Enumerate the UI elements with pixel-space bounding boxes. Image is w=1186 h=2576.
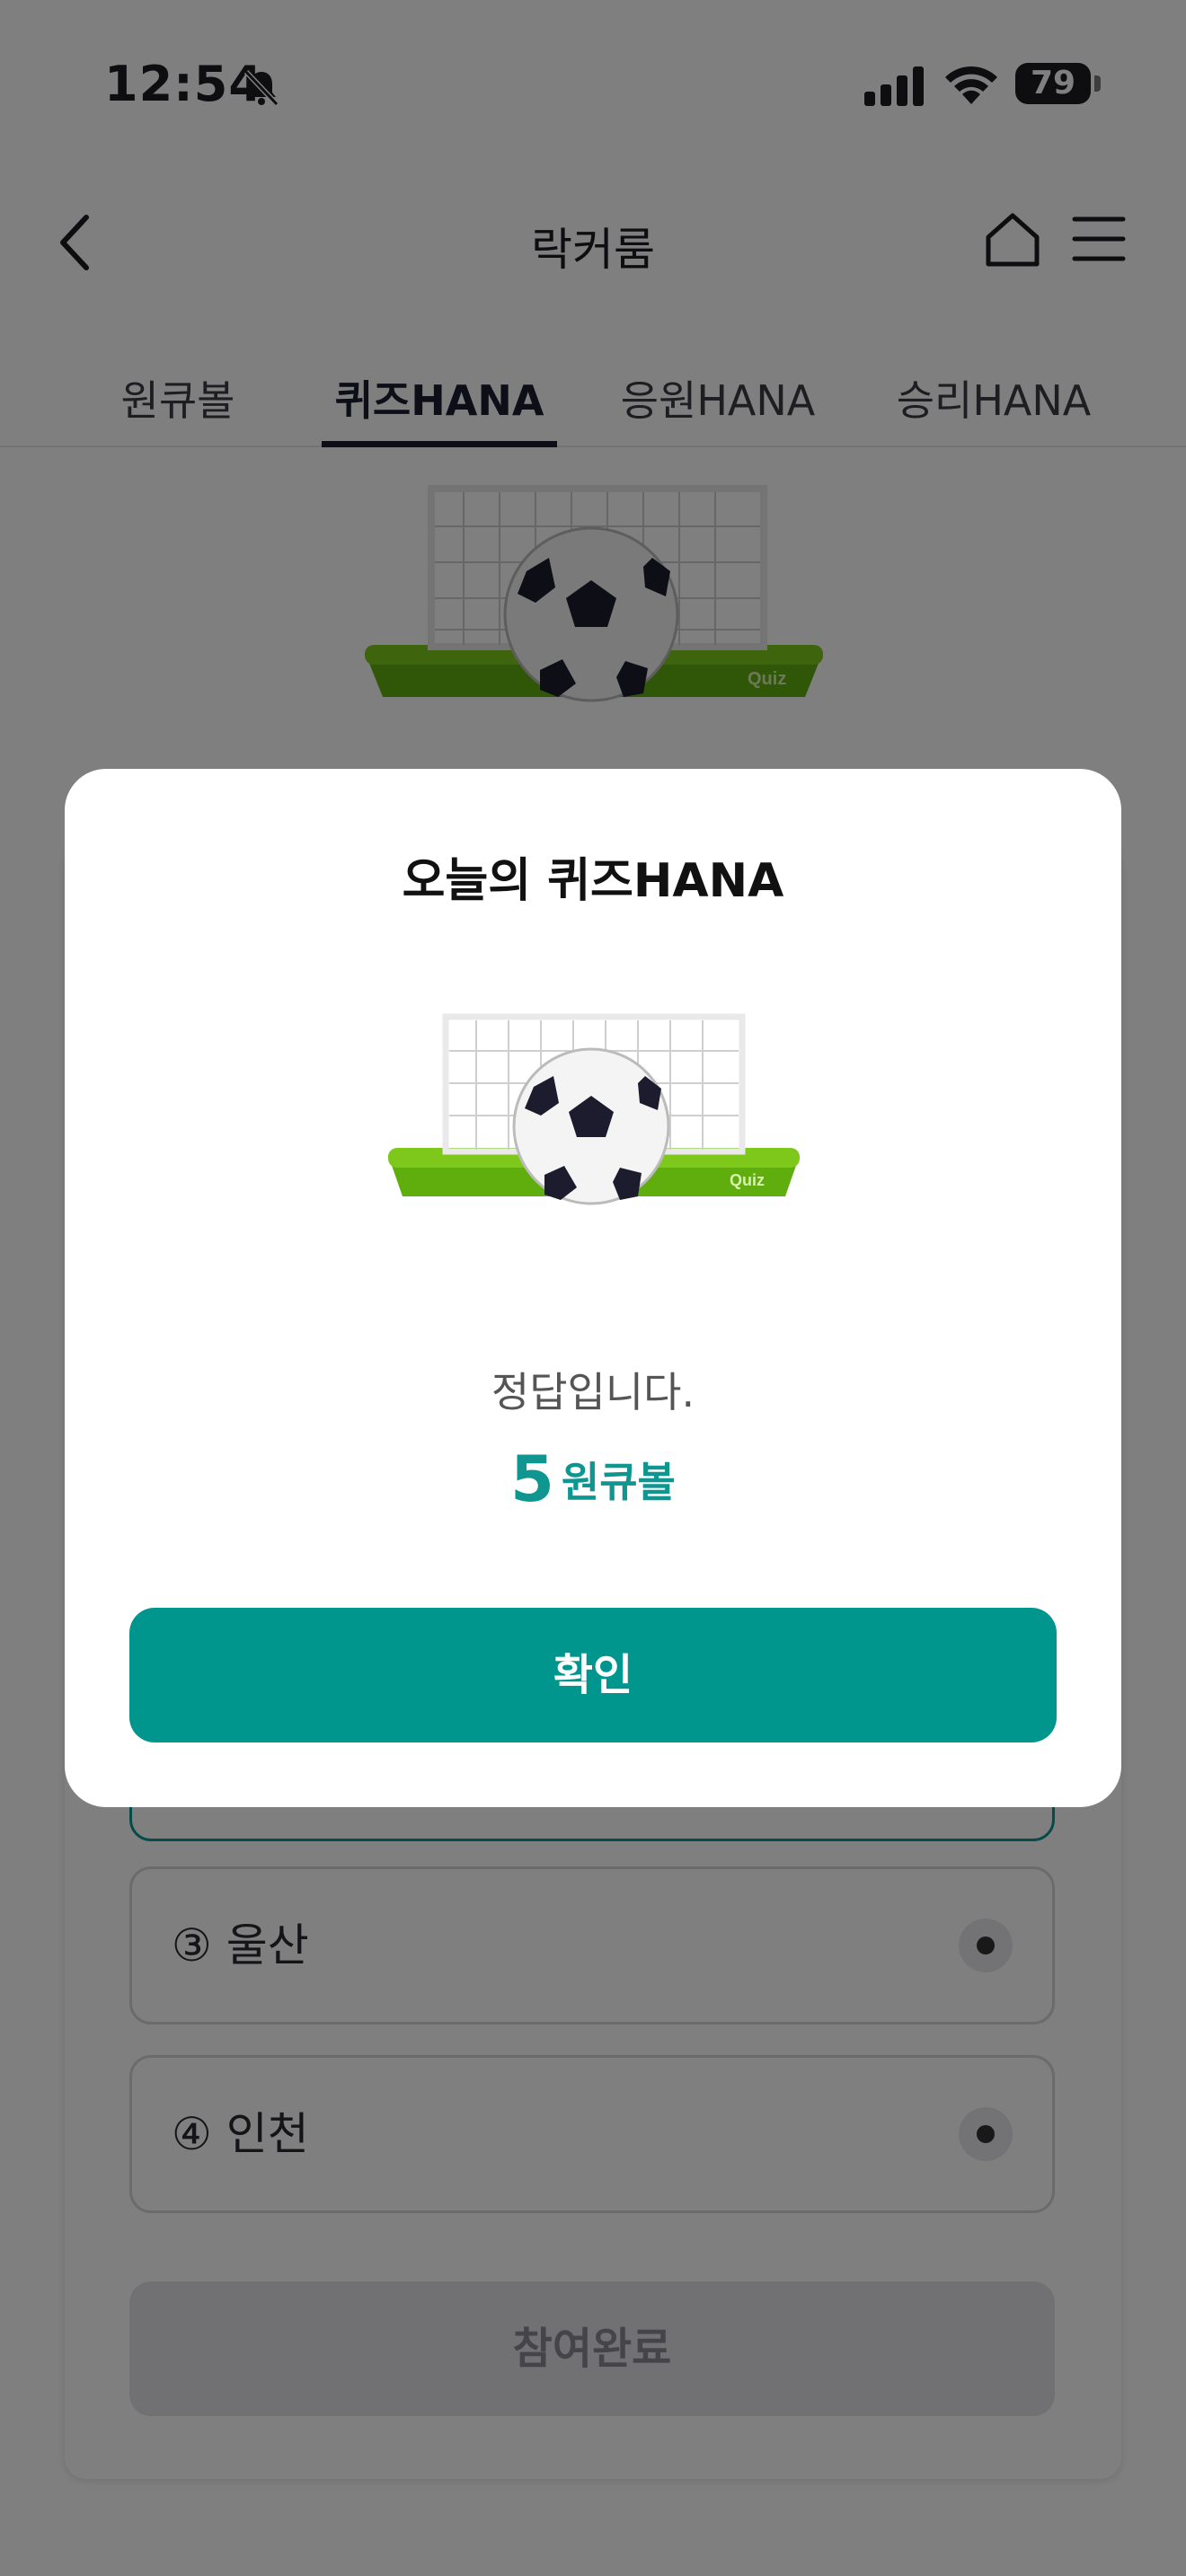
reward-display: 5 원큐볼 <box>65 1442 1121 1516</box>
reward-amount: 5 <box>510 1442 554 1516</box>
result-message: 정답입니다. <box>491 1368 695 1416</box>
reward-unit: 원큐볼 <box>561 1458 676 1506</box>
modal-title: 오늘의 퀴즈HANA <box>402 854 784 908</box>
confirm-button[interactable]: 확인 <box>129 1608 1057 1742</box>
modal-image-caption: Quiz <box>730 1171 765 1189</box>
quiz-result-modal: 오늘의 퀴즈HANA Quiz 정답입니다. 5 원큐볼 확인 <box>65 769 1121 1807</box>
soccer-goal-illustration: Quiz <box>388 1013 800 1205</box>
